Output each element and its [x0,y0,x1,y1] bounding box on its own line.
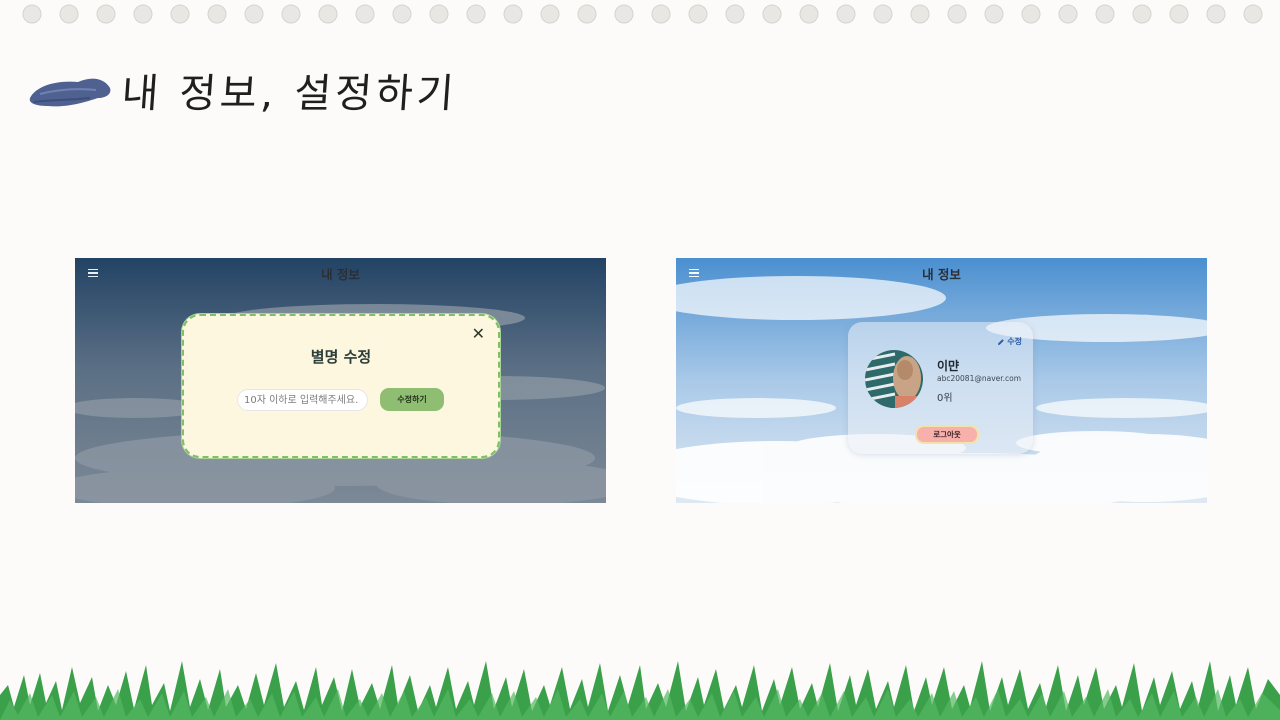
user-name: 이먄 [937,359,960,373]
modal-title: 별명 수정 [310,348,372,366]
notebook-holes-decoration [22,4,1263,24]
slide-title-text: 내 정보, 설정하기 [120,71,460,117]
profile-photo [865,350,923,408]
nickname-edit-screenshot: 내 정보 ✕ 별명 수정 수정하기 [75,258,606,503]
grass-decoration [0,661,1280,720]
app-title: 내 정보 [922,267,961,282]
edit-profile-button[interactable]: 수정 [997,336,1022,347]
logout-button[interactable]: 로그아웃 [915,425,979,444]
close-icon[interactable]: ✕ [472,325,485,343]
user-rank: 0위 [937,393,953,404]
brush-stroke-icon [29,78,111,107]
app-title: 내 정보 [321,267,360,282]
nickname-input[interactable] [237,389,368,411]
submit-nickname-button[interactable]: 수정하기 [380,388,444,411]
nickname-edit-modal: ✕ 별명 수정 수정하기 [182,314,500,458]
edit-label: 수정 [1007,337,1022,346]
slide-title: 내 정보, 설정하기 [26,60,460,120]
pencil-icon [998,338,1005,345]
avatar [865,350,923,408]
my-info-screenshot: 내 정보 수정 이먄 abc20081@naver.com 0위 로그아웃 [676,258,1207,503]
user-email: abc20081@naver.com [937,374,1022,383]
profile-card: 수정 이먄 abc20081@naver.com 0위 로그아웃 [848,322,1033,454]
